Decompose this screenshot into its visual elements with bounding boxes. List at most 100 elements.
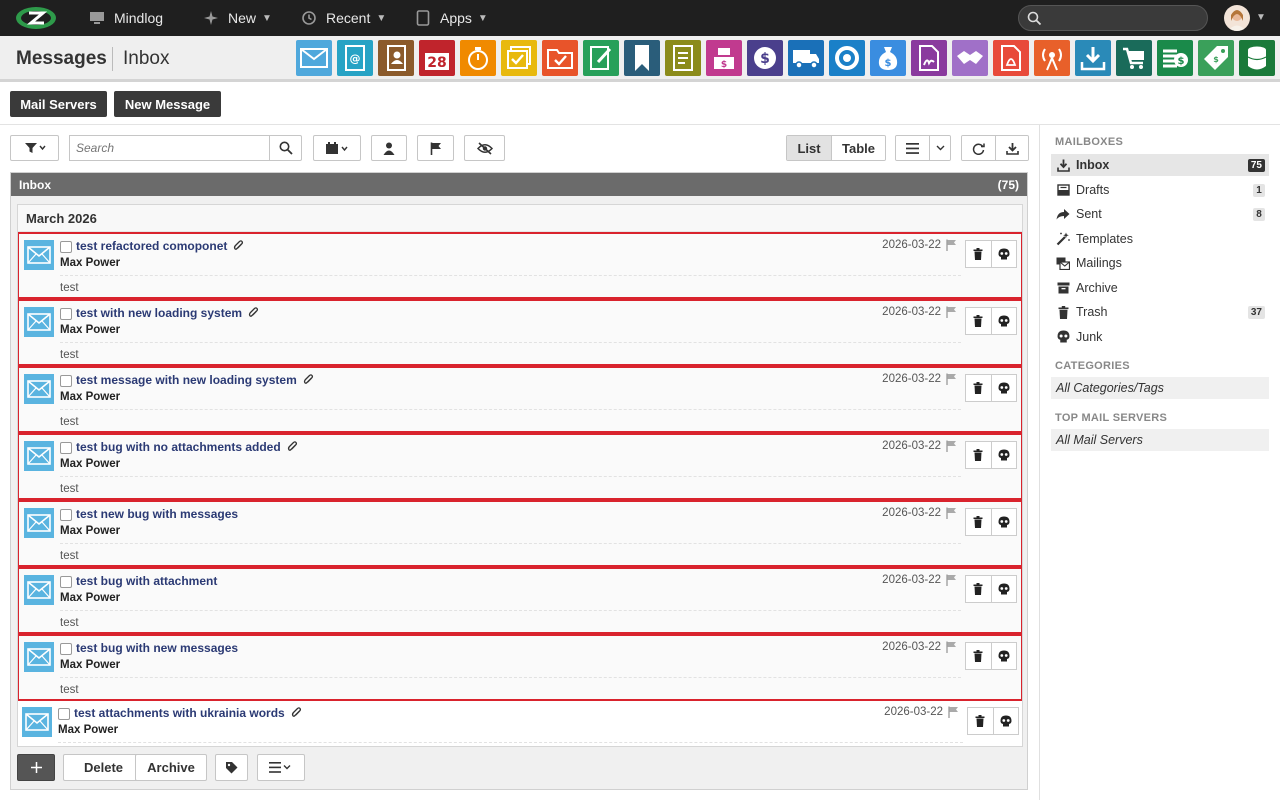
- message-delete-button[interactable]: [966, 375, 991, 401]
- sidebar-item-trash[interactable]: Trash 37: [1051, 301, 1269, 323]
- message-flag[interactable]: [946, 373, 957, 388]
- message-delete-button[interactable]: [968, 708, 993, 734]
- new-message-button[interactable]: New Message: [114, 91, 221, 117]
- contacts-app-icon[interactable]: [378, 40, 414, 76]
- message-junk-button[interactable]: [990, 375, 1017, 401]
- truck-app-icon[interactable]: [788, 40, 824, 76]
- message-subject[interactable]: test bug with new messages: [76, 641, 238, 655]
- contact-filter-button[interactable]: [371, 135, 407, 161]
- sidebar-item-inbox[interactable]: Inbox 75: [1051, 154, 1269, 176]
- message-delete-button[interactable]: [966, 442, 991, 468]
- message-subject[interactable]: test new bug with messages: [76, 507, 238, 521]
- archive-button[interactable]: Archive: [135, 754, 207, 781]
- message-checkbox[interactable]: [60, 509, 72, 521]
- view-list-button[interactable]: List: [787, 136, 831, 160]
- pricetag-app-icon[interactable]: $: [1198, 40, 1234, 76]
- tasks-app-icon[interactable]: [501, 40, 537, 76]
- message-checkbox[interactable]: [60, 241, 72, 253]
- sidebar-item-junk[interactable]: Junk: [1051, 326, 1269, 348]
- message-flag[interactable]: [946, 440, 957, 455]
- flag-filter-button[interactable]: [417, 135, 454, 161]
- nav-new[interactable]: New ▼: [202, 0, 272, 36]
- message-junk-button[interactable]: [990, 442, 1017, 468]
- register-app-icon[interactable]: $: [706, 40, 742, 76]
- message-delete-button[interactable]: [966, 509, 991, 535]
- add-button[interactable]: [17, 754, 55, 781]
- flag-icon[interactable]: [946, 507, 957, 519]
- global-search-input[interactable]: [1018, 5, 1208, 31]
- message-row[interactable]: test with new loading system Max Power tes…: [18, 299, 1022, 366]
- message-checkbox[interactable]: [58, 708, 70, 720]
- list-options-button[interactable]: [896, 136, 929, 160]
- message-checkbox[interactable]: [60, 375, 72, 387]
- database-app-icon[interactable]: [1239, 40, 1275, 76]
- handshake-app-icon[interactable]: [952, 40, 988, 76]
- folder-check-app-icon[interactable]: [542, 40, 578, 76]
- message-junk-button[interactable]: [990, 576, 1017, 602]
- message-row[interactable]: test message with new loading system Max …: [18, 366, 1022, 433]
- message-delete-button[interactable]: [966, 308, 991, 334]
- message-row[interactable]: test bug with new messages Max Power test 2…: [18, 634, 1022, 701]
- nav-recent[interactable]: Recent ▼: [300, 0, 386, 36]
- user-avatar[interactable]: [1224, 5, 1250, 31]
- contract-app-icon[interactable]: [911, 40, 947, 76]
- message-flag[interactable]: [948, 706, 959, 721]
- message-checkbox[interactable]: [60, 576, 72, 588]
- download-button[interactable]: [995, 136, 1028, 160]
- pdf-app-icon[interactable]: [993, 40, 1029, 76]
- mail-app-icon[interactable]: [296, 40, 332, 76]
- flag-icon[interactable]: [946, 641, 957, 653]
- nav-apps[interactable]: Apps ▼: [414, 0, 488, 36]
- app-logo-icon[interactable]: [14, 5, 58, 31]
- bookmark-app-icon[interactable]: [624, 40, 660, 76]
- delete-button[interactable]: Delete: [63, 754, 144, 781]
- message-subject[interactable]: test bug with no attachments added: [76, 440, 298, 454]
- view-table-button[interactable]: Table: [831, 136, 885, 160]
- chevron-down-icon[interactable]: ▼: [1256, 12, 1266, 23]
- support-app-icon[interactable]: [829, 40, 865, 76]
- flag-icon[interactable]: [948, 706, 959, 718]
- message-checkbox[interactable]: [60, 643, 72, 655]
- mail-servers-button[interactable]: Mail Servers: [10, 91, 107, 117]
- search-input[interactable]: [69, 135, 270, 161]
- message-flag[interactable]: [946, 574, 957, 589]
- message-subject[interactable]: test refactored comoponet: [76, 239, 244, 253]
- message-subject[interactable]: test attachments with ukrainia words: [74, 706, 302, 720]
- message-delete-button[interactable]: [966, 576, 991, 602]
- message-checkbox[interactable]: [60, 442, 72, 454]
- message-junk-button[interactable]: [990, 241, 1017, 267]
- message-subject[interactable]: test message with new loading system: [76, 373, 314, 387]
- cash-app-icon[interactable]: $: [1157, 40, 1193, 76]
- sidebar-item-archive[interactable]: Archive: [1051, 277, 1269, 299]
- download-app-icon[interactable]: [1075, 40, 1111, 76]
- document-app-icon[interactable]: [665, 40, 701, 76]
- sidebar-item-drafts[interactable]: Drafts 1: [1051, 179, 1269, 201]
- timer-app-icon[interactable]: [460, 40, 496, 76]
- message-delete-button[interactable]: [966, 643, 991, 669]
- message-junk-button[interactable]: [990, 643, 1017, 669]
- money-app-icon[interactable]: $: [747, 40, 783, 76]
- list-options-caret[interactable]: [929, 136, 950, 160]
- message-junk-button[interactable]: [992, 708, 1019, 734]
- moneybag-app-icon[interactable]: $: [870, 40, 906, 76]
- notes-app-icon[interactable]: [583, 40, 619, 76]
- calendar-app-icon[interactable]: 28: [419, 40, 455, 76]
- sidebar-item-mailings[interactable]: Mailings: [1051, 252, 1269, 274]
- flag-icon[interactable]: [946, 440, 957, 452]
- message-row[interactable]: test bug with attachment Max Power test 202…: [18, 567, 1022, 634]
- hide-read-button[interactable]: [464, 135, 505, 161]
- message-flag[interactable]: [946, 306, 957, 321]
- more-actions-dropdown[interactable]: [257, 754, 305, 781]
- message-flag[interactable]: [946, 239, 957, 254]
- tag-button[interactable]: [215, 754, 248, 781]
- date-filter-dropdown[interactable]: [313, 135, 361, 161]
- message-junk-button[interactable]: [990, 509, 1017, 535]
- message-row[interactable]: test refactored comoponet Max Power test 20…: [18, 232, 1022, 299]
- broadcast-app-icon[interactable]: [1034, 40, 1070, 76]
- flag-icon[interactable]: [946, 373, 957, 385]
- message-row[interactable]: test attachments with ukrainia words Max …: [18, 701, 1022, 746]
- message-flag[interactable]: [946, 641, 957, 656]
- message-subject[interactable]: test with new loading system: [76, 306, 259, 320]
- sidebar-item-sent[interactable]: Sent 8: [1051, 203, 1269, 225]
- flag-icon[interactable]: [946, 574, 957, 586]
